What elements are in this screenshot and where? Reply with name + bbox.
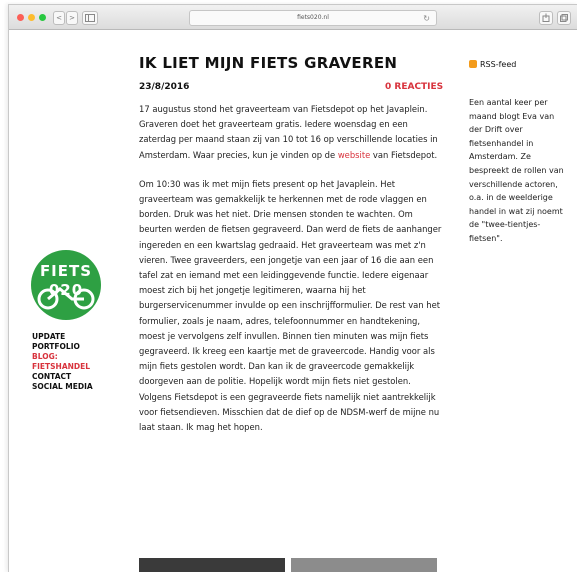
browser-toolbar: < > fiets020.nl ↻ bbox=[9, 5, 577, 30]
article-paragraph-1: 17 augustus stond het graveerteam van Fi… bbox=[139, 104, 438, 160]
forward-button[interactable]: > bbox=[66, 11, 78, 25]
nav-item-blog-fietshandel[interactable]: BLOG: FIETSHANDEL bbox=[32, 352, 102, 372]
forward-arrow-icon: > bbox=[69, 14, 75, 22]
tabs-icon bbox=[560, 14, 568, 22]
back-button[interactable]: < bbox=[53, 11, 65, 25]
reactions-link[interactable]: 0 REACTIES bbox=[385, 82, 443, 92]
article-body: 17 augustus stond het graveerteam van Fi… bbox=[139, 102, 445, 449]
article-image-1[interactable] bbox=[139, 558, 285, 572]
nav-item-portfolio[interactable]: PORTFOLIO bbox=[32, 342, 102, 352]
nav-item-update[interactable]: UPDATE bbox=[32, 332, 102, 342]
minimize-window-button[interactable] bbox=[28, 14, 35, 21]
url-text: fiets020.nl bbox=[297, 14, 329, 21]
browser-window: < > fiets020.nl ↻ FIETS020 UPDATE PORTFO… bbox=[8, 4, 577, 572]
rss-icon bbox=[469, 60, 477, 68]
back-arrow-icon: < bbox=[56, 14, 62, 22]
website-link[interactable]: website bbox=[338, 150, 370, 160]
share-icon bbox=[542, 13, 550, 22]
bicycle-icon bbox=[37, 287, 95, 310]
rss-feed-link[interactable]: RSS-feed bbox=[469, 60, 516, 69]
web-page: FIETS020 UPDATE PORTFOLIO BLOG: FIETSHAN… bbox=[9, 30, 577, 572]
nav-item-social-media[interactable]: SOCIAL MEDIA bbox=[32, 382, 102, 392]
article-date: 23/8/2016 bbox=[139, 82, 190, 92]
article-paragraph-2: Om 10:30 was ik met mijn fiets present o… bbox=[139, 178, 442, 433]
close-window-button[interactable] bbox=[17, 14, 24, 21]
article-image-2[interactable] bbox=[291, 558, 437, 572]
zoom-window-button[interactable] bbox=[39, 14, 46, 21]
sidebar-icon bbox=[85, 14, 95, 22]
main-navigation: UPDATE PORTFOLIO BLOG: FIETSHANDEL CONTA… bbox=[32, 332, 102, 392]
article-title: IK LIET MIJN FIETS GRAVEREN bbox=[139, 54, 398, 72]
share-button[interactable] bbox=[539, 11, 553, 25]
reload-icon[interactable]: ↻ bbox=[423, 12, 430, 26]
sidebar-description: Een aantal keer per maand blogt Eva van … bbox=[469, 98, 564, 243]
tabs-overview-button[interactable] bbox=[557, 11, 571, 25]
rss-feed-label: RSS-feed bbox=[480, 60, 517, 69]
sidebar-toggle-button[interactable] bbox=[82, 11, 98, 25]
address-bar[interactable]: fiets020.nl ↻ bbox=[189, 10, 437, 26]
site-logo[interactable]: FIETS020 bbox=[31, 250, 101, 320]
nav-item-contact[interactable]: CONTACT bbox=[32, 372, 102, 382]
